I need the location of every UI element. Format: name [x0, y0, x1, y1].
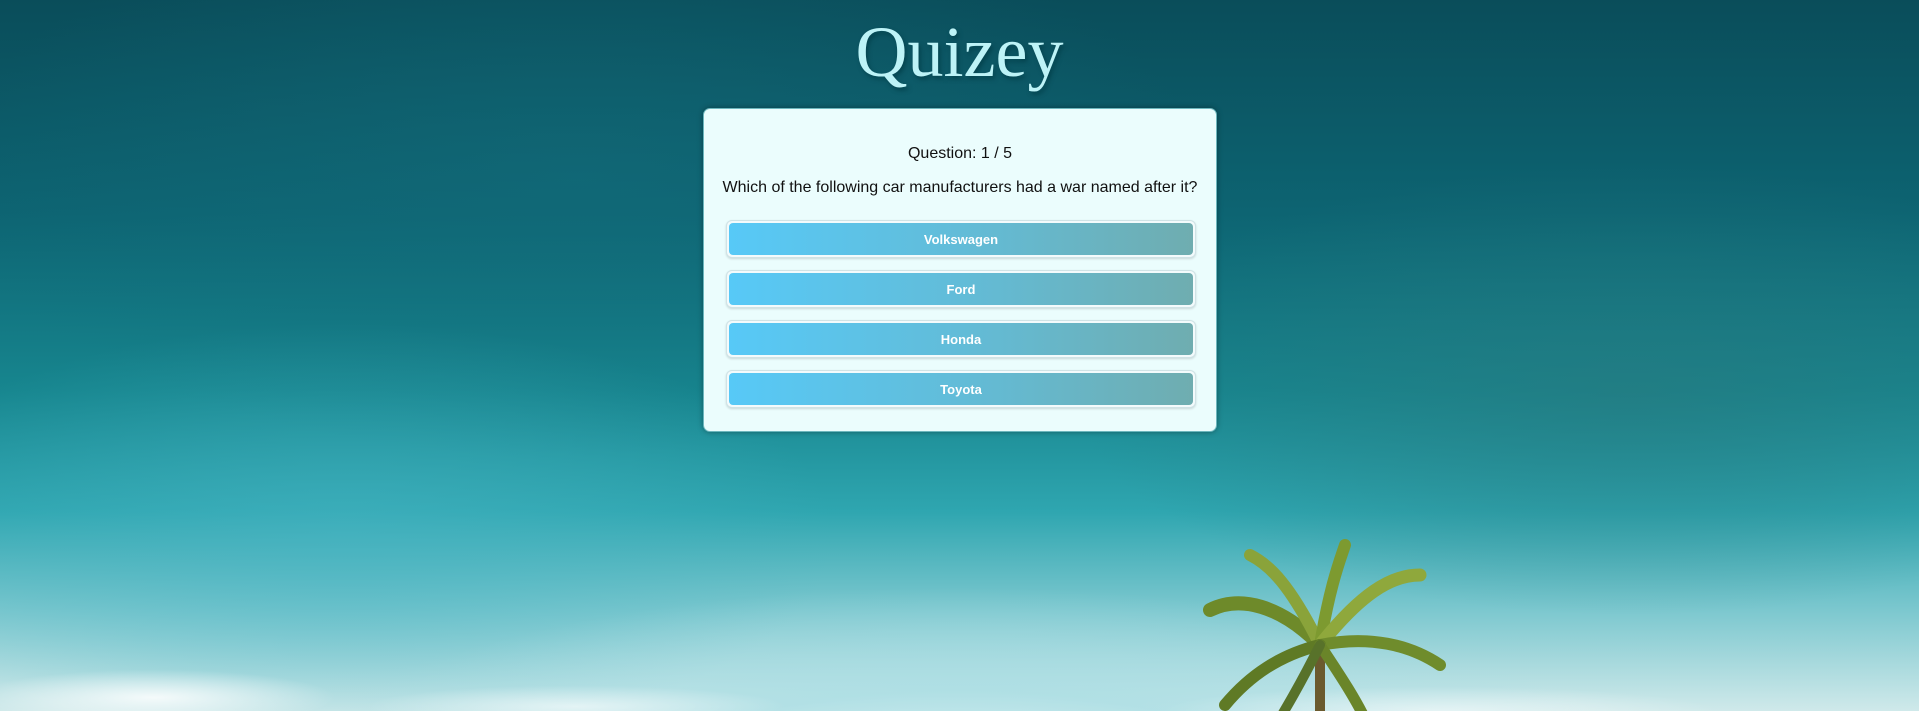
quiz-card: Question: 1 / 5 Which of the following c… [703, 108, 1217, 432]
question-text: Which of the following car manufacturers… [722, 179, 1198, 196]
answer-button-honda[interactable]: Honda [726, 320, 1196, 358]
answer-button-toyota[interactable]: Toyota [726, 370, 1196, 408]
beach-foam [0, 621, 1919, 711]
answer-label: Volkswagen [729, 223, 1193, 255]
answer-label: Toyota [729, 373, 1193, 405]
answer-button-ford[interactable]: Ford [726, 270, 1196, 308]
answer-label: Ford [729, 273, 1193, 305]
answer-button-volkswagen[interactable]: Volkswagen [726, 220, 1196, 258]
app-title: Quizey [855, 12, 1064, 92]
question-counter: Question: 1 / 5 [907, 145, 1013, 162]
answer-list: Volkswagen Ford Honda Toyota [726, 220, 1196, 420]
answer-label: Honda [729, 323, 1193, 355]
palm-tree-image [1203, 539, 1446, 711]
